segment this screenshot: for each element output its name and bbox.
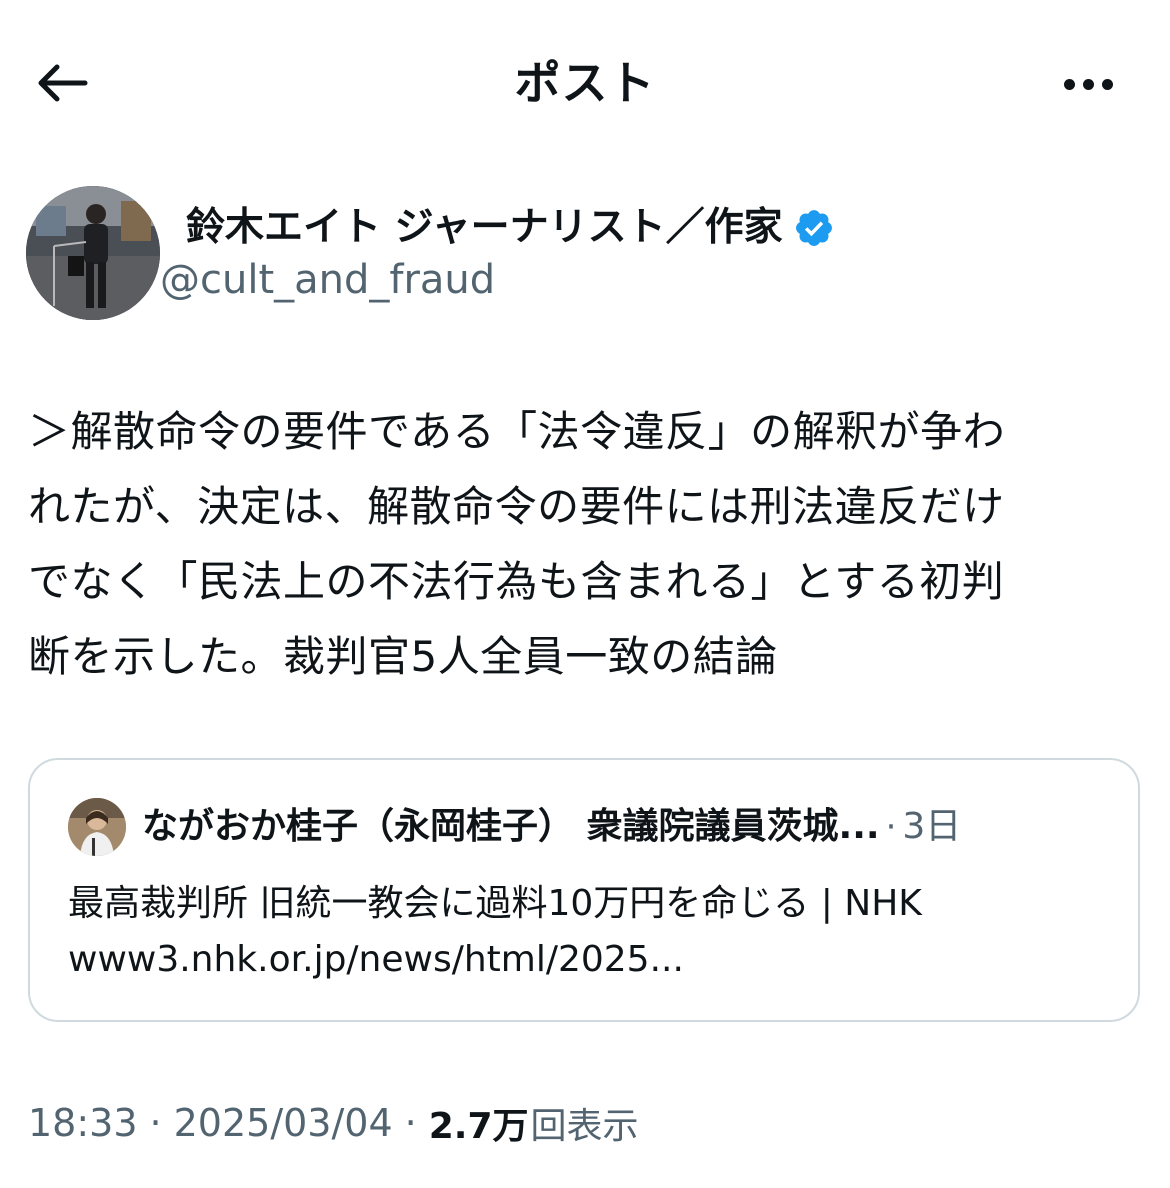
- tweet-text-line: でなく「民法上の不法行為も含まれる」とする初判: [28, 557, 1005, 606]
- views-label: 回表示: [530, 1106, 639, 1147]
- more-dot: [1082, 78, 1094, 90]
- tweet-text-line: ＞解散命令の要件である「法令違反」の解釈が争わ: [28, 407, 1006, 456]
- tweet-text: ＞解散命令の要件である「法令違反」の解釈が争わ れたが、決定は、解散命令の要件に…: [28, 394, 1138, 694]
- quoted-separator: ·: [885, 807, 897, 847]
- page-title: ポスト: [514, 56, 656, 110]
- quoted-post-time: 3日: [902, 806, 962, 847]
- verified-badge-icon: [795, 210, 832, 246]
- post-time[interactable]: 18:33: [28, 1101, 138, 1145]
- post-meta: 18:33 · 2025/03/04 · 2.7万 回表示: [28, 1096, 639, 1150]
- quoted-post-card[interactable]: ながおか桂子（永岡桂子） 衆議院議員茨城... · 3日 最高裁判所 旧統一教会…: [28, 758, 1140, 1022]
- tweet-text-line: 断を示した。裁判官5人全員一致の結論: [28, 632, 778, 681]
- avatar-photo: [26, 186, 160, 320]
- tweet-text-line: れたが、決定は、解散命令の要件には刑法違反だけ: [28, 482, 1005, 531]
- quoted-post-text: 最高裁判所 旧統一教会に過料10万円を命じる | NHK: [68, 883, 922, 924]
- top-bar: ポスト: [0, 0, 1170, 168]
- author-handle[interactable]: @cult_and_fraud: [160, 256, 495, 304]
- quoted-post-link[interactable]: www3.nhk.or.jp/news/html/2025...: [68, 932, 684, 988]
- meta-separator: ·: [149, 1101, 162, 1145]
- views-count[interactable]: 2.7万: [429, 1097, 529, 1149]
- quoted-post-header: ながおか桂子（永岡桂子） 衆議院議員茨城... · 3日: [68, 798, 961, 856]
- more-dot: [1101, 78, 1113, 90]
- more-horizontal-icon: [1063, 78, 1075, 90]
- author-display-name[interactable]: 鈴木エイト ジャーナリスト／作家: [186, 204, 783, 252]
- quoted-author-name: ながおか桂子（永岡桂子） 衆議院議員茨城...: [142, 806, 880, 847]
- author-avatar[interactable]: [26, 186, 160, 320]
- display-name-row[interactable]: 鈴木エイト ジャーナリスト／作家: [186, 204, 835, 252]
- quoted-author-avatar: [68, 798, 126, 856]
- post-date[interactable]: 2025/03/04: [174, 1101, 393, 1145]
- more-options-button[interactable]: [1050, 56, 1126, 112]
- quoted-avatar-photo: [68, 798, 126, 856]
- meta-separator: ·: [404, 1101, 417, 1145]
